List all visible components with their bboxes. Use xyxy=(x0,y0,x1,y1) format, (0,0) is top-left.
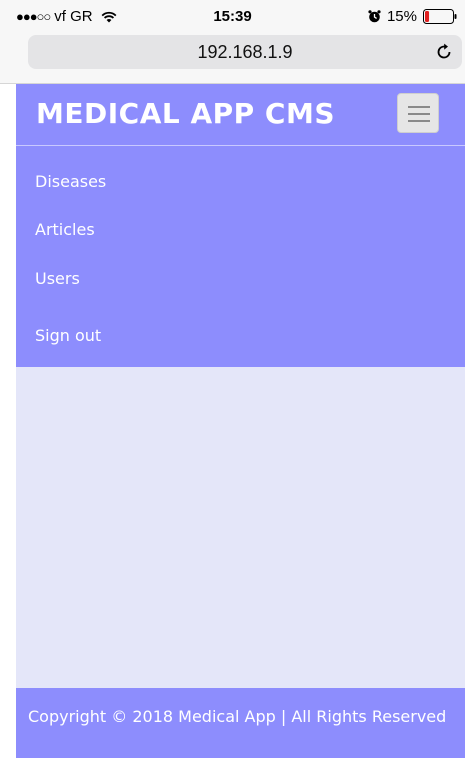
footer: Copyright © 2018 Medical App | All Right… xyxy=(16,688,465,758)
menu-bar-line xyxy=(408,113,430,115)
menu-bar-line xyxy=(408,120,430,122)
navbar-divider xyxy=(16,145,465,146)
nav-link-diseases[interactable]: Diseases xyxy=(35,172,106,191)
status-right: 15% xyxy=(368,8,457,25)
hamburger-menu-icon[interactable] xyxy=(397,93,439,133)
brand-title[interactable]: MEDICAL APP CMS xyxy=(36,97,335,130)
status-bar: ●●●○○ vf GR 15:39 15% xyxy=(0,0,465,34)
url-field[interactable]: 192.168.1.9 xyxy=(28,35,462,69)
nav-link-users[interactable]: Users xyxy=(35,269,80,288)
url-text[interactable]: 192.168.1.9 xyxy=(28,42,462,63)
alarm-icon xyxy=(368,10,381,23)
app-page: MEDICAL APP CMS Diseases Articles Users … xyxy=(16,84,465,758)
browser-toolbar: 192.168.1.9 xyxy=(0,34,465,84)
menu-bar-line xyxy=(408,106,430,108)
battery-percentage: 15% xyxy=(386,8,417,25)
reload-icon[interactable] xyxy=(434,42,454,62)
navbar: MEDICAL APP CMS Diseases Articles Users … xyxy=(16,84,465,367)
nav-link-articles[interactable]: Articles xyxy=(35,220,95,239)
copyright-text: Copyright © 2018 Medical App | All Right… xyxy=(28,707,447,726)
nav-link-sign-out[interactable]: Sign out xyxy=(35,326,101,345)
battery-icon xyxy=(423,9,457,24)
